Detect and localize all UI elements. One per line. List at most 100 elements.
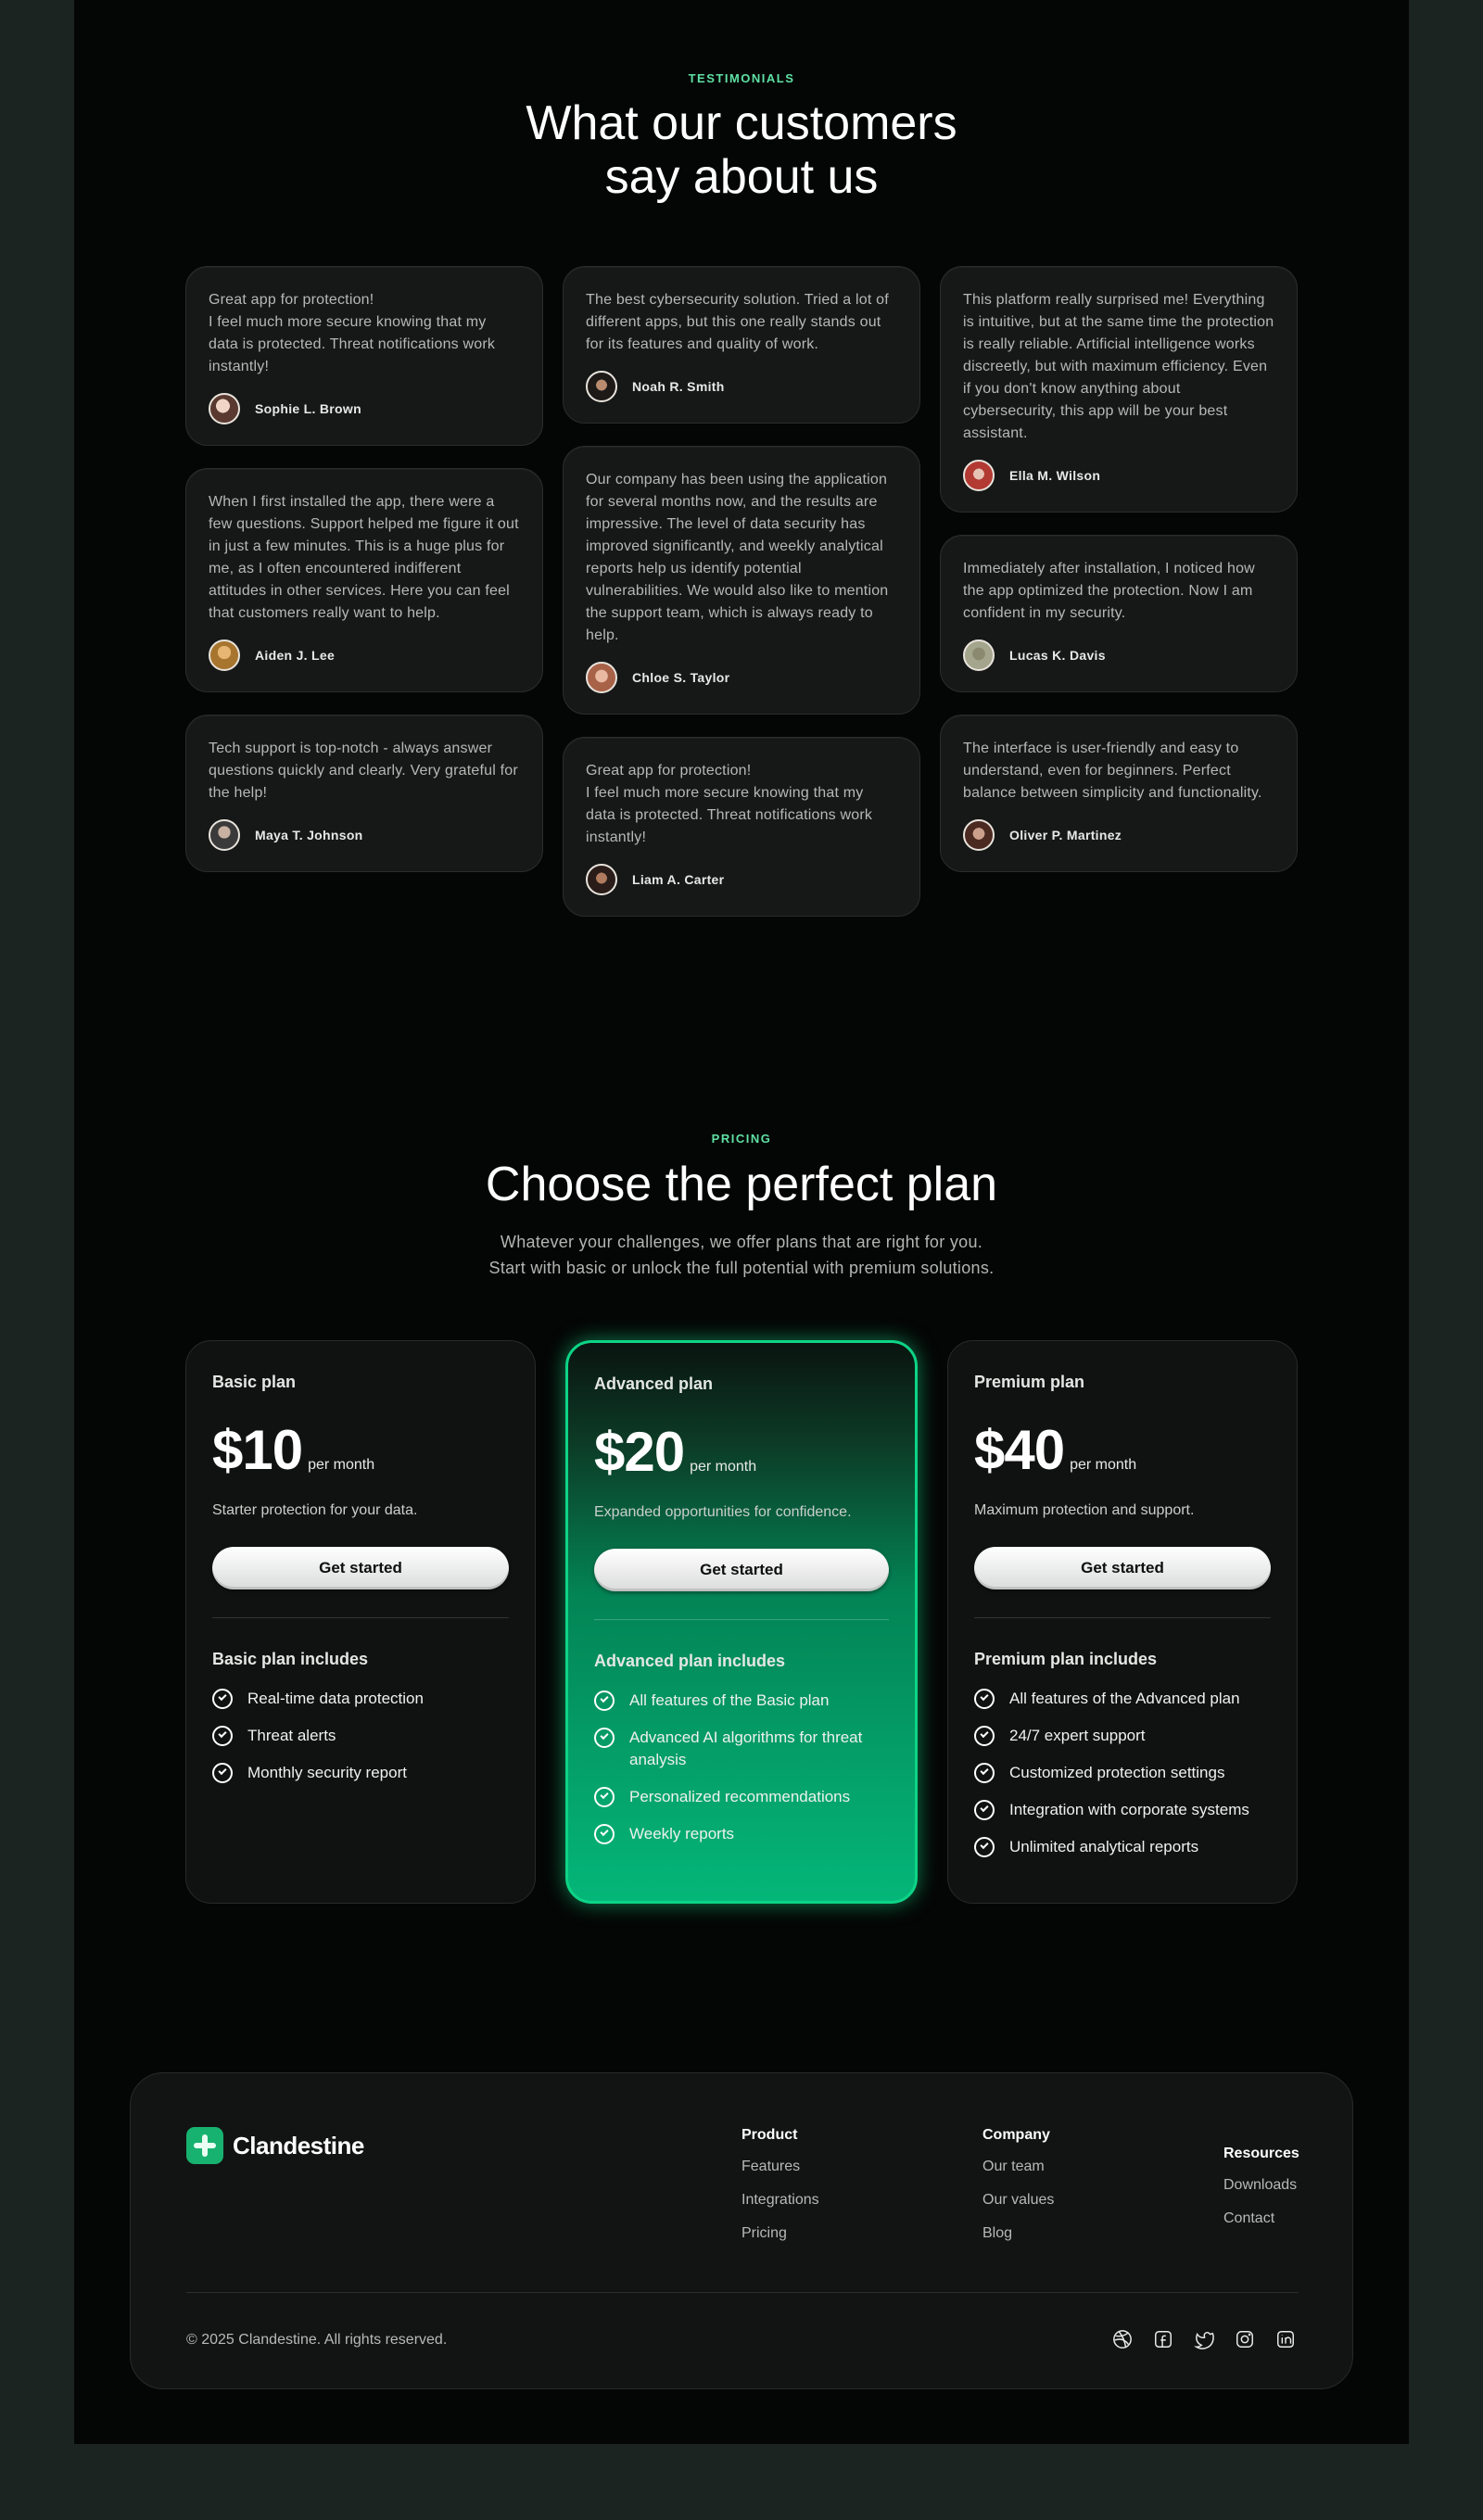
testimonial-card: When I first installed the app, there we… (185, 468, 543, 692)
footer-link-integrations[interactable]: Integrations (742, 2192, 819, 2209)
check-circle-icon (974, 1726, 995, 1746)
plan-name: Advanced plan (594, 1374, 714, 1393)
testimonial-text: Great app for protection! I feel much mo… (209, 292, 496, 374)
testimonial-author: Aiden J. Lee (209, 639, 520, 671)
twitter-icon[interactable] (1193, 2328, 1215, 2350)
testimonials-title: What our customers say about us (526, 96, 957, 205)
feature-text: Unlimited analytical reports (1009, 1838, 1199, 1855)
get-started-button[interactable]: Get started (974, 1547, 1271, 1589)
author-name: Noah R. Smith (632, 379, 725, 394)
plan-description: Starter protection for your data. (212, 1502, 418, 1518)
feature-text: Integration with corporate systems (1009, 1801, 1249, 1818)
plan-price: $10 per month (212, 1418, 509, 1482)
feature-text: Customized protection settings (1009, 1764, 1225, 1781)
testimonial-text: Immediately after installation, I notice… (963, 561, 1255, 621)
price-period: per month (308, 1457, 375, 1473)
author-name: Liam A. Carter (632, 872, 725, 887)
divider (974, 1617, 1271, 1618)
avatar (963, 460, 995, 491)
feature-item: Unlimited analytical reports (974, 1836, 1271, 1858)
feature-item: Monthly security report (212, 1762, 509, 1784)
testimonial-author: Chloe S. Taylor (586, 662, 897, 693)
instagram-icon[interactable] (1234, 2328, 1256, 2350)
feature-text: Real-time data protection (247, 1690, 424, 1707)
copyright: © 2025 Clandestine. All rights reserved. (186, 2332, 448, 2348)
plan-description: Expanded opportunities for confidence. (594, 1504, 852, 1520)
footer-link-our-team[interactable]: Our team (982, 2159, 1054, 2175)
pricing-eyebrow: PRICING (711, 1132, 772, 1146)
footer-link-downloads[interactable]: Downloads (1223, 2177, 1299, 2194)
plan-name: Premium plan (974, 1373, 1085, 1391)
price-period: per month (690, 1459, 757, 1475)
check-circle-icon (594, 1787, 615, 1807)
divider (594, 1619, 889, 1620)
get-started-button[interactable]: Get started (212, 1547, 509, 1589)
footer-column-title: Resources (1223, 2146, 1299, 2161)
plan-name: Basic plan (212, 1373, 297, 1391)
feature-text: All features of the Basic plan (629, 1691, 830, 1709)
testimonial-text: The interface is user-friendly and easy … (963, 741, 1262, 801)
check-circle-icon (974, 1800, 995, 1820)
feature-text: Advanced AI algorithms for threat analys… (629, 1729, 863, 1768)
price-amount: $40 (974, 1419, 1065, 1481)
plan-card-advanced: Advanced plan $20 per month Expanded opp… (565, 1340, 918, 1904)
feature-text: Threat alerts (247, 1727, 336, 1744)
feature-item: Personalized recommendations (594, 1786, 889, 1808)
plan-price: $40 per month (974, 1418, 1271, 1482)
brand-logo[interactable]: Clandestine (186, 2127, 364, 2164)
avatar (209, 819, 240, 851)
avatar (209, 639, 240, 671)
author-name: Chloe S. Taylor (632, 670, 730, 685)
footer-link-features[interactable]: Features (742, 2159, 819, 2175)
footer-link-our-values[interactable]: Our values (982, 2192, 1054, 2209)
testimonial-card: The best cybersecurity solution. Tried a… (563, 266, 920, 424)
check-circle-icon (212, 1726, 233, 1746)
testimonial-card: Great app for protection! I feel much mo… (563, 737, 920, 917)
footer-link-contact[interactable]: Contact (1223, 2210, 1299, 2227)
facebook-icon[interactable] (1152, 2328, 1174, 2350)
testimonial-author: Lucas K. Davis (963, 639, 1274, 671)
testimonial-author: Sophie L. Brown (209, 393, 520, 424)
feature-list: All features of the Basic plan Advanced … (594, 1690, 889, 1845)
feature-item: Customized protection settings (974, 1762, 1271, 1784)
linkedin-icon[interactable] (1274, 2328, 1297, 2350)
plan-includes-title: Basic plan includes (212, 1650, 369, 1668)
plan-description: Maximum protection and support. (974, 1502, 1195, 1518)
testimonial-text: This platform really surprised me! Every… (963, 292, 1274, 441)
feature-item: All features of the Basic plan (594, 1690, 889, 1712)
footer-link-pricing[interactable]: Pricing (742, 2225, 819, 2242)
feature-item: Real-time data protection (212, 1688, 509, 1710)
testimonial-author: Ella M. Wilson (963, 460, 1274, 491)
get-started-button[interactable]: Get started (594, 1549, 889, 1591)
plan-price: $20 per month (594, 1420, 889, 1484)
testimonial-card: Immediately after installation, I notice… (940, 535, 1298, 692)
check-circle-icon (594, 1824, 615, 1844)
feature-text: All features of the Advanced plan (1009, 1690, 1240, 1707)
testimonial-text: The best cybersecurity solution. Tried a… (586, 292, 889, 352)
price-amount: $20 (594, 1421, 685, 1483)
footer-link-blog[interactable]: Blog (982, 2225, 1054, 2242)
price-amount: $10 (212, 1419, 303, 1481)
footer: Clandestine Product Features Integration… (130, 2072, 1353, 2389)
feature-item: Integration with corporate systems (974, 1799, 1271, 1821)
feature-text: Personalized recommendations (629, 1788, 851, 1805)
feature-list: Real-time data protection Threat alerts … (212, 1688, 509, 1784)
author-name: Lucas K. Davis (1009, 648, 1106, 663)
feature-text: Weekly reports (629, 1825, 735, 1843)
testimonial-author: Noah R. Smith (586, 371, 897, 402)
author-name: Ella M. Wilson (1009, 468, 1101, 483)
testimonial-text: When I first installed the app, there we… (209, 494, 519, 621)
avatar (963, 639, 995, 671)
author-name: Sophie L. Brown (255, 401, 361, 416)
plan-card-basic: Basic plan $10 per month Starter protect… (185, 1340, 536, 1904)
footer-column-company: Company Our team Our values Blog (982, 2127, 1054, 2259)
plan-includes-title: Advanced plan includes (594, 1652, 786, 1670)
feature-item: 24/7 expert support (974, 1725, 1271, 1747)
plan-card-premium: Premium plan $40 per month Maximum prote… (947, 1340, 1298, 1904)
check-circle-icon (594, 1728, 615, 1748)
testimonial-card: Our company has been using the applicati… (563, 446, 920, 715)
price-period: per month (1070, 1457, 1137, 1473)
dribbble-icon[interactable] (1111, 2328, 1134, 2350)
footer-column-title: Company (982, 2127, 1050, 2143)
footer-column-resources: Resources Downloads Contact (1223, 2146, 1299, 2244)
